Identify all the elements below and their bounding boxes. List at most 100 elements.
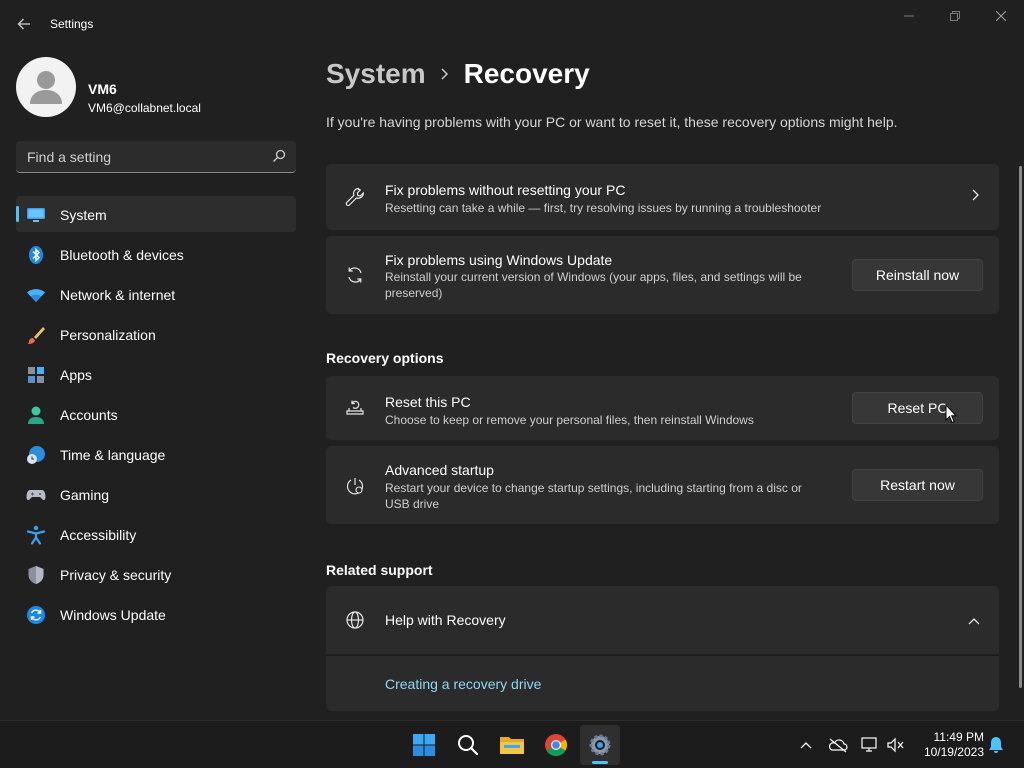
taskbar-search-button[interactable] <box>448 725 488 765</box>
chevron-up-icon[interactable] <box>796 735 816 755</box>
sidebar-item-network[interactable]: Network & internet <box>16 276 296 312</box>
main-content: System Recovery If you're having problem… <box>312 48 1024 720</box>
volume-mute-icon[interactable] <box>886 735 906 755</box>
back-button[interactable] <box>8 8 40 40</box>
breadcrumb-system[interactable]: System <box>326 58 426 90</box>
notification-bell-icon[interactable] <box>986 735 1006 755</box>
scrollbar[interactable] <box>1019 166 1022 688</box>
card-title: Help with Recovery <box>385 612 506 628</box>
sidebar-item-label: Windows Update <box>60 607 166 623</box>
monitor-icon <box>26 205 46 225</box>
sidebar-item-windows-update[interactable]: Windows Update <box>16 596 296 632</box>
sidebar-nav: System Bluetooth & devices Network & int… <box>16 196 296 636</box>
sidebar-item-privacy[interactable]: Privacy & security <box>16 556 296 592</box>
search-icon[interactable] <box>272 149 286 168</box>
accessibility-icon <box>26 525 46 545</box>
reset-pc-icon <box>344 397 366 419</box>
card-description-line1: Reinstall your current version of Window… <box>385 270 802 284</box>
restore-button[interactable] <box>932 0 978 32</box>
wifi-icon <box>26 285 46 305</box>
reinstall-now-button[interactable]: Reinstall now <box>852 259 983 291</box>
taskbar: 11:49 PM 10/19/2023 <box>0 720 1024 768</box>
chevron-right-icon <box>971 188 981 207</box>
help-expander-content: Creating a recovery drive <box>326 655 999 711</box>
mouse-cursor-icon <box>945 404 957 424</box>
sidebar: VM6 VM6@collabnet.local Find a setting S… <box>0 48 312 720</box>
reset-pc-button[interactable]: Reset PC <box>852 392 983 424</box>
chrome-icon <box>545 734 567 756</box>
search-input[interactable]: Find a setting <box>16 141 296 173</box>
restore-icon <box>950 11 960 21</box>
network-icon[interactable] <box>860 735 880 755</box>
gamepad-icon <box>26 485 46 505</box>
breadcrumb: System Recovery <box>326 58 590 90</box>
apps-icon <box>26 365 46 385</box>
sidebar-item-time-language[interactable]: Time & language <box>16 436 296 472</box>
active-app-indicator <box>592 761 608 764</box>
power-restart-icon <box>344 475 366 497</box>
globe-icon <box>344 609 366 631</box>
profile-email: VM6@collabnet.local <box>88 101 201 115</box>
sidebar-item-label: Gaming <box>60 487 110 503</box>
intro-text: If you're having problems with your PC o… <box>326 114 898 130</box>
system-clock[interactable]: 11:49 PM 10/19/2023 <box>916 730 984 760</box>
card-title: Fix problems using Windows Update <box>385 252 613 268</box>
chevron-right-icon <box>440 67 450 81</box>
help-with-recovery-expander[interactable]: Help with Recovery <box>326 586 999 654</box>
search-icon <box>458 735 479 756</box>
back-arrow-icon <box>17 18 30 30</box>
related-support-heading: Related support <box>326 562 433 578</box>
sidebar-item-label: Bluetooth & devices <box>60 247 184 263</box>
brush-icon <box>26 325 46 345</box>
sidebar-item-label: System <box>60 207 107 223</box>
card-description: Choose to keep or remove your personal f… <box>385 413 754 427</box>
start-button[interactable] <box>404 725 444 765</box>
file-explorer-button[interactable] <box>492 725 532 765</box>
card-title: Fix problems without resetting your PC <box>385 182 626 198</box>
card-description: Resetting can take a while — first, try … <box>385 201 822 215</box>
sidebar-item-bluetooth[interactable]: Bluetooth & devices <box>16 236 296 272</box>
start-icon <box>413 734 435 756</box>
search-placeholder: Find a setting <box>27 149 112 165</box>
clock-date: 10/19/2023 <box>923 745 984 759</box>
sidebar-item-label: Personalization <box>60 327 156 343</box>
card-title: Reset this PC <box>385 394 471 410</box>
shield-icon <box>26 565 46 585</box>
globe-clock-icon <box>26 445 46 465</box>
close-button[interactable] <box>978 0 1024 32</box>
page-title: Recovery <box>463 58 590 89</box>
chrome-button[interactable] <box>536 725 576 765</box>
sidebar-item-accessibility[interactable]: Accessibility <box>16 516 296 552</box>
creating-recovery-drive-link[interactable]: Creating a recovery drive <box>385 676 541 692</box>
sidebar-item-label: Time & language <box>60 447 166 463</box>
card-description-line2: preserved) <box>385 286 443 300</box>
file-explorer-icon <box>500 737 524 754</box>
clock-time: 11:49 PM <box>933 730 984 744</box>
sidebar-item-apps[interactable]: Apps <box>16 356 296 392</box>
minimize-button[interactable] <box>886 0 932 32</box>
sidebar-item-personalization[interactable]: Personalization <box>16 316 296 352</box>
recovery-options-heading: Recovery options <box>326 350 444 366</box>
close-icon <box>996 11 1006 21</box>
reset-pc-card: Reset this PC Choose to keep or remove y… <box>326 376 999 440</box>
restart-now-button[interactable]: Restart now <box>852 469 983 501</box>
card-title: Advanced startup <box>385 462 494 478</box>
bluetooth-icon <box>26 245 46 265</box>
sync-icon <box>344 264 366 286</box>
sidebar-item-gaming[interactable]: Gaming <box>16 476 296 512</box>
fix-problems-troubleshoot-card[interactable]: Fix problems without resetting your PC R… <box>326 164 999 230</box>
sidebar-item-label: Privacy & security <box>60 567 172 583</box>
sidebar-item-accounts[interactable]: Accounts <box>16 396 296 432</box>
user-profile[interactable]: VM6 VM6@collabnet.local <box>16 57 306 117</box>
card-description-line2: USB drive <box>385 497 440 511</box>
settings-app-button[interactable] <box>580 725 620 765</box>
chevron-up-icon[interactable] <box>967 614 981 632</box>
profile-name: VM6 <box>88 81 117 97</box>
person-icon <box>26 405 46 425</box>
sidebar-item-label: Accessibility <box>60 527 137 543</box>
app-title: Settings <box>50 17 94 31</box>
minimize-icon <box>904 15 914 17</box>
advanced-startup-card: Advanced startup Restart your device to … <box>326 446 999 524</box>
sidebar-item-system[interactable]: System <box>16 196 296 232</box>
onedrive-off-icon[interactable] <box>828 735 848 755</box>
